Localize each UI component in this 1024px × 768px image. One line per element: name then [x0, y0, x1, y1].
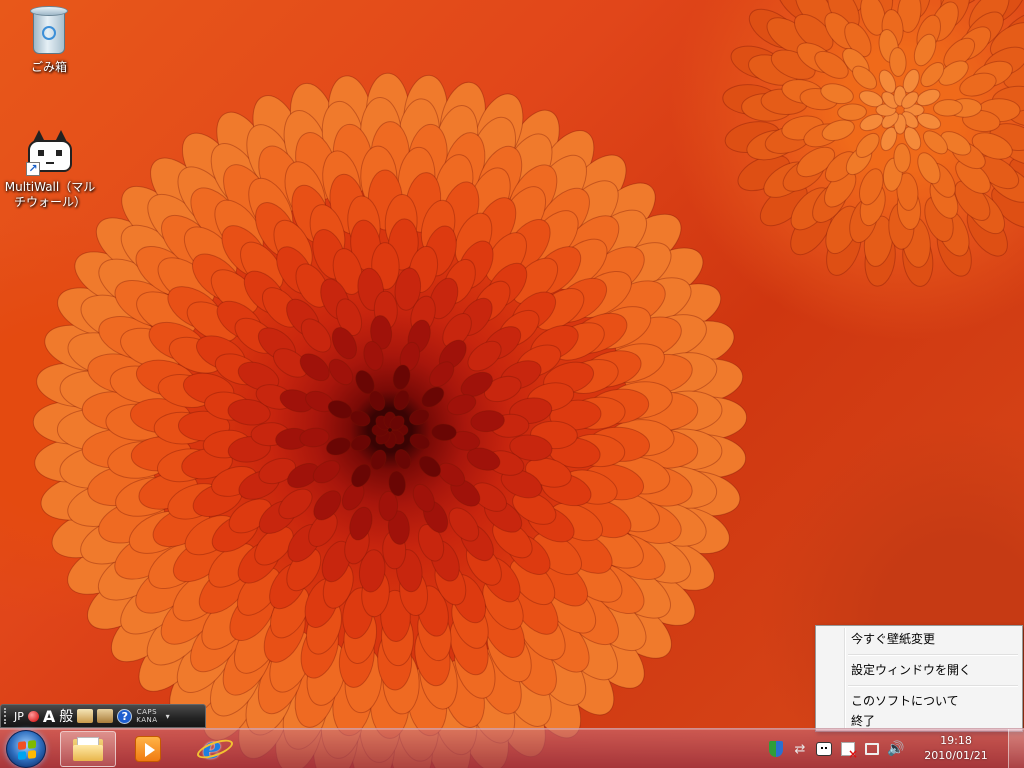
tray-context-menu: 今すぐ壁紙変更 設定ウィンドウを開く このソフトについて 終了	[815, 625, 1023, 732]
multiwall-tray-icon[interactable]	[815, 740, 833, 758]
shortcut-arrow-icon: ↗	[26, 162, 40, 176]
taskbar-media-player-button[interactable]	[120, 731, 176, 767]
kana-label: KANA	[136, 716, 158, 724]
start-button[interactable]	[6, 730, 46, 768]
help-icon[interactable]: ?	[117, 708, 133, 724]
input-mode-indicator[interactable]: A	[43, 706, 55, 726]
taskbar-clock[interactable]: 19:18 2010/01/21	[916, 733, 996, 763]
cat-face-icon: ↗	[26, 128, 74, 176]
display-icon[interactable]	[863, 740, 881, 758]
menu-item-open-settings[interactable]: 設定ウィンドウを開く	[818, 659, 1020, 681]
media-player-icon	[135, 736, 161, 762]
notification-area: ⇄ 🔊	[764, 729, 908, 768]
network-icon[interactable]: ⇄	[791, 740, 809, 758]
windows-logo-icon	[18, 740, 36, 760]
taskbar: e ⇄ 🔊 19:18 2010/01/21	[0, 728, 1024, 768]
language-indicator[interactable]: JP	[14, 706, 24, 726]
menu-item-about[interactable]: このソフトについて	[818, 690, 1020, 712]
caps-label: CAPS	[136, 708, 158, 716]
taskbar-explorer-button[interactable]	[60, 731, 116, 767]
conversion-mode-indicator[interactable]: 般	[59, 706, 73, 726]
internet-explorer-icon: e	[195, 734, 236, 764]
action-center-flag-icon[interactable]	[839, 740, 858, 761]
clock-date: 2010/01/21	[924, 749, 988, 762]
language-bar[interactable]: JP A 般 ? CAPS KANA ▾	[0, 704, 206, 728]
desktop-icon-multiwall[interactable]: ↗ MultiWall（マル チウォール）	[4, 128, 96, 210]
menu-separator	[848, 681, 1020, 690]
desktop-icon-label: MultiWall（マル チウォール）	[4, 180, 96, 209]
ime-pad-icon[interactable]	[77, 706, 94, 726]
windows-explorer-icon	[73, 737, 103, 761]
clock-time: 19:18	[940, 734, 972, 747]
recycle-bin-icon	[28, 4, 70, 56]
caps-kana-indicator: CAPS KANA	[136, 706, 157, 726]
ime-icon[interactable]	[27, 706, 39, 726]
security-shield-icon[interactable]	[767, 740, 785, 758]
language-bar-options-icon[interactable]: ▾	[166, 712, 170, 721]
volume-icon[interactable]: 🔊	[887, 740, 905, 758]
menu-separator	[848, 650, 1020, 659]
menu-item-change-wallpaper-now[interactable]: 今すぐ壁紙変更	[818, 628, 1020, 650]
desktop-icon-recycle-bin[interactable]: ごみ箱	[6, 4, 92, 75]
language-bar-grip[interactable]	[4, 708, 8, 724]
taskbar-internet-explorer-button[interactable]: e	[184, 731, 240, 767]
show-desktop-button[interactable]	[1008, 729, 1024, 768]
dictionary-tool-icon[interactable]	[97, 706, 114, 726]
desktop-icon-label: ごみ箱	[30, 60, 67, 74]
